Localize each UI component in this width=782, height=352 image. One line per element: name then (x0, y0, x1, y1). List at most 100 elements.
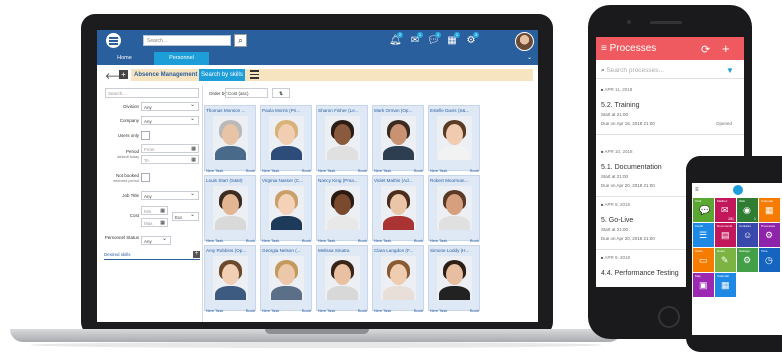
book-link[interactable]: Book (414, 168, 423, 173)
personnel-card[interactable]: Amy Robbins (Op... New Task Book (204, 245, 256, 313)
menu-icon[interactable] (250, 70, 259, 79)
personnel-card[interactable]: Mark Orman (Op... New Task Book (372, 105, 424, 173)
personnel-card[interactable]: Louis Starr (S&M) New Task Book (204, 175, 256, 243)
chevron-down-icon[interactable]: ⌄ (527, 54, 532, 61)
personnel-card[interactable]: Simone Loddy (H... New Task Book (428, 245, 480, 313)
book-link[interactable]: Book (470, 308, 479, 313)
period-to-input[interactable]: To (141, 155, 199, 165)
order-by-select[interactable]: Cost (asc) (225, 88, 268, 98)
new-task-link[interactable]: New Task (318, 238, 335, 243)
app-tile[interactable]: Calendar ▦ (715, 273, 736, 297)
book-link[interactable]: Book (470, 238, 479, 243)
app-tile[interactable]: Web ◉ 1 (737, 198, 758, 222)
new-task-link[interactable]: New Task (374, 308, 391, 313)
process-search-input[interactable]: ⌕ Search processes... (601, 67, 721, 75)
book-link[interactable]: Book (358, 168, 367, 173)
personnel-name[interactable]: Virginia Nasser (C... (262, 177, 311, 185)
search-icon[interactable]: ⌕ (234, 34, 247, 47)
new-task-link[interactable]: New Task (318, 308, 335, 313)
personnel-name[interactable]: Robert Moorman... (430, 177, 479, 185)
personnel-name[interactable]: Thomas Monson ... (206, 107, 255, 115)
book-link[interactable]: Book (414, 238, 423, 243)
new-task-link[interactable]: New Task (262, 168, 279, 173)
book-link[interactable]: Book (302, 168, 311, 173)
personnel-status-select[interactable]: Any (141, 235, 171, 245)
new-task-link[interactable]: New Task (318, 168, 335, 173)
cost-max-input[interactable]: Max (141, 218, 168, 228)
book-link[interactable]: Book (358, 308, 367, 313)
personnel-name[interactable]: Paula Morris (Pri... (262, 107, 311, 115)
app-tile[interactable]: Mailbox ✉ 281 (715, 198, 736, 222)
app-tile[interactable]: Cards ☰ (693, 223, 714, 247)
personnel-name[interactable]: Amy Robbins (Op... (206, 247, 255, 255)
book-link[interactable]: Book (246, 168, 255, 173)
phone-home-button[interactable] (658, 306, 680, 328)
process-title[interactable]: 5.2. Training (601, 102, 640, 109)
book-link[interactable]: Book (358, 238, 367, 243)
add-icon[interactable]: + (119, 70, 128, 79)
cost-min-input[interactable]: Min (141, 206, 168, 216)
division-select[interactable]: Any (141, 101, 199, 111)
company-select[interactable]: Any (141, 115, 199, 125)
personnel-card[interactable]: Estelle Davis (S&... New Task Book (428, 105, 480, 173)
personnel-card[interactable]: Nancy King (Prsa... New Task Book (316, 175, 368, 243)
personnel-name[interactable]: Louis Starr (S&M) (206, 177, 255, 185)
personnel-name[interactable]: Simone Loddy (H... (430, 247, 479, 255)
personnel-name[interactable]: Violet Mathis (Ad... (374, 177, 423, 185)
new-task-link[interactable]: New Task (430, 238, 447, 243)
personnel-card[interactable]: Clara Langdon (F... New Task Book (372, 245, 424, 313)
app-logo-icon[interactable] (106, 33, 121, 48)
filter-search-input[interactable]: Search... (105, 88, 199, 98)
process-title[interactable]: 5.1. Documentation (601, 164, 662, 171)
new-task-link[interactable]: New Task (430, 168, 447, 173)
process-title[interactable]: 4.4. Performance Testing (601, 270, 679, 277)
process-title[interactable]: 5. Go-Live (601, 217, 633, 224)
app-tile[interactable]: Map ▣ (693, 273, 714, 297)
personnel-name[interactable]: Nancy King (Prsa... (318, 177, 367, 185)
filter-icon[interactable]: ▼ (726, 67, 734, 75)
book-link[interactable]: Book (302, 308, 311, 313)
personnel-card[interactable]: Georgia Nelson (... New Task Book (260, 245, 312, 313)
personnel-name[interactable]: Mark Orman (Op... (374, 107, 423, 115)
new-task-link[interactable]: New Task (206, 238, 223, 243)
book-link[interactable]: Book (302, 238, 311, 243)
personnel-card[interactable]: Melissa Sinatra New Task Book (316, 245, 368, 313)
tab-home[interactable]: Home (97, 52, 152, 65)
personnel-card[interactable]: Robert Moorman... New Task Book (428, 175, 480, 243)
new-task-link[interactable]: New Task (262, 238, 279, 243)
app-tile[interactable]: Processes ⚙ (759, 223, 780, 247)
new-task-link[interactable]: New Task (206, 308, 223, 313)
new-task-link[interactable]: New Task (206, 168, 223, 173)
new-task-link[interactable]: New Task (374, 238, 391, 243)
personnel-name[interactable]: Clara Langdon (F... (374, 247, 423, 255)
app-tile[interactable]: Time ◷ (759, 248, 780, 272)
new-task-link[interactable]: New Task (374, 168, 391, 173)
processes-title[interactable]: Processes (601, 43, 657, 54)
refresh-icon[interactable]: ⟳ (701, 43, 710, 56)
search-by-skills-tab[interactable]: Search by skills (199, 69, 245, 81)
breadcrumb[interactable]: Absence Management (131, 69, 202, 81)
app-tile[interactable]: Tasks ▭ (693, 248, 714, 272)
app-tile[interactable]: Settings ⚙ (737, 248, 758, 272)
users-only-checkbox[interactable] (141, 131, 150, 140)
app-tile[interactable]: Notes ✎ (715, 248, 736, 272)
personnel-name[interactable]: Georgia Nelson (... (262, 247, 311, 255)
app-tile[interactable]: Documents ▤ (715, 223, 736, 247)
personnel-name[interactable]: Estelle Davis (S&... (430, 107, 479, 115)
personnel-name[interactable]: Sharon Fisher (Le... (318, 107, 367, 115)
book-link[interactable]: Book (414, 308, 423, 313)
app-tile[interactable]: Chat 💬 (693, 198, 714, 222)
job-title-select[interactable]: Any (141, 190, 199, 200)
sort-direction-icon[interactable]: ⇅ (272, 88, 290, 98)
user-avatar[interactable] (515, 32, 534, 51)
personnel-card[interactable]: Violet Mathis (Ad... New Task Book (372, 175, 424, 243)
tab-personnel[interactable]: Personnel (154, 52, 209, 65)
period-from-input[interactable]: From (141, 144, 199, 154)
personnel-card[interactable]: Sharon Fisher (Le... New Task Book (316, 105, 368, 173)
book-link[interactable]: Book (470, 168, 479, 173)
add-process-icon[interactable]: + (722, 41, 730, 56)
new-task-link[interactable]: New Task (430, 308, 447, 313)
personnel-name[interactable]: Melissa Sinatra (318, 247, 367, 255)
menu-icon[interactable]: ≡ (695, 187, 699, 193)
global-search-input[interactable]: Search... (143, 35, 231, 46)
